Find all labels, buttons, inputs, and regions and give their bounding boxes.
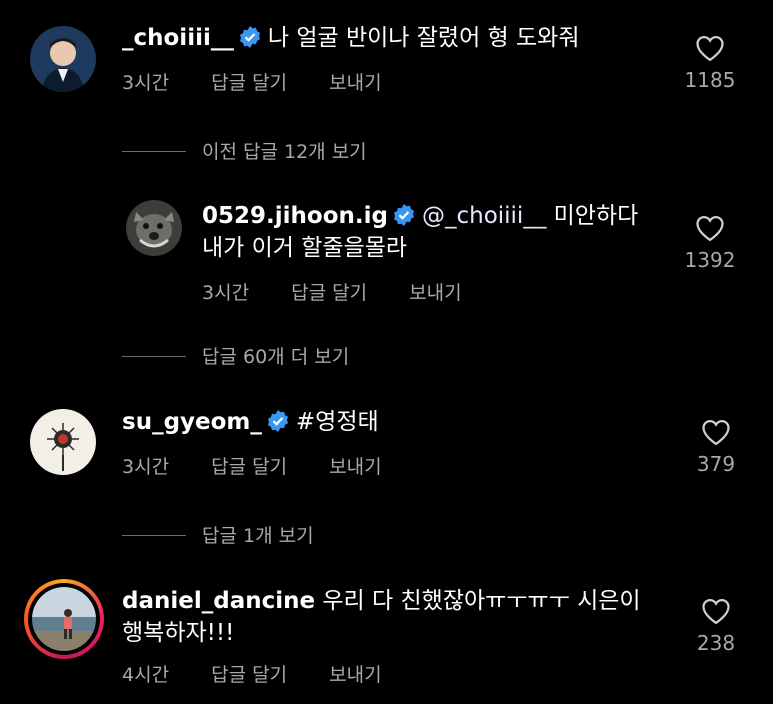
heart-icon	[696, 215, 724, 242]
like-button[interactable]: 1185	[670, 34, 750, 92]
comment-item: daniel_dancine 우리 다 친했잖아ㅠㅜㅠㅜ 시은이 행복하자!!!…	[0, 575, 773, 704]
reply-button[interactable]: 답글 달기	[211, 72, 287, 94]
reply-button[interactable]: 답글 달기	[211, 664, 287, 686]
comment-text: 미안하다	[553, 203, 639, 229]
reply-button[interactable]: 답글 달기	[211, 456, 287, 478]
like-count: 1185	[684, 68, 736, 92]
like-count: 379	[696, 452, 736, 476]
view-previous-replies[interactable]: 이전 답글 12개 보기	[122, 137, 367, 164]
username[interactable]: 0529.jihoon.ig	[202, 203, 388, 229]
view-replies-label: 답글 60개 더 보기	[202, 346, 350, 368]
like-count: 238	[696, 631, 736, 655]
comment-item: su_gyeom_ #영정태 3시간 답글 달기 보내기 379	[0, 400, 773, 500]
like-button[interactable]: 1392	[670, 214, 750, 272]
send-button[interactable]: 보내기	[329, 72, 381, 94]
send-button[interactable]: 보내기	[409, 282, 461, 304]
comment-item: 0529.jihoon.ig @_choiiii__ 미안하다 내가 이거 할줄을…	[0, 190, 773, 310]
reply-button[interactable]: 답글 달기	[291, 282, 367, 304]
like-button[interactable]: 238	[676, 597, 756, 655]
comment-item: _choiiii__ 나 얼굴 반이나 잘렸어 형 도와줘 3시간 답글 달기 보…	[0, 0, 773, 110]
comment-text-continued: 행복하자!!!	[122, 620, 235, 646]
comment-text: 우리 다 친했잖아ㅠㅜㅠㅜ 시은이	[322, 588, 641, 614]
mention-link[interactable]: @_choiiii__	[422, 203, 546, 229]
verified-icon	[267, 410, 288, 432]
view-replies-label: 답글 1개 보기	[202, 525, 314, 547]
comment-time: 3시간	[122, 456, 170, 478]
send-button[interactable]: 보내기	[329, 664, 381, 686]
username[interactable]: su_gyeom_	[122, 409, 262, 435]
heart-icon	[702, 419, 730, 446]
send-button[interactable]: 보내기	[329, 456, 381, 478]
username[interactable]: _choiiii__	[122, 25, 234, 51]
comment-time: 3시간	[122, 72, 170, 94]
comment-line: _choiiii__ 나 얼굴 반이나 잘렸어 형 도와줘	[122, 22, 580, 54]
comment-text: 나 얼굴 반이나 잘렸어 형 도와줘	[267, 25, 580, 51]
verified-icon	[393, 204, 414, 226]
avatar[interactable]	[24, 579, 104, 659]
like-count: 1392	[684, 248, 736, 272]
avatar[interactable]	[126, 200, 182, 256]
heart-icon	[696, 35, 724, 62]
like-button[interactable]: 379	[676, 418, 756, 476]
avatar-image	[126, 200, 182, 256]
avatar-image	[30, 409, 96, 475]
comment-text: #영정태	[295, 409, 379, 435]
avatar-image	[32, 587, 96, 651]
avatar-image	[30, 26, 96, 92]
avatar[interactable]	[30, 409, 96, 475]
comment-text-continued: 내가 이거 할줄을몰라	[202, 235, 408, 261]
divider	[122, 151, 186, 152]
view-replies-label: 이전 답글 12개 보기	[202, 141, 367, 163]
comment-line: daniel_dancine 우리 다 친했잖아ㅠㅜㅠㅜ 시은이	[122, 585, 641, 617]
view-more-replies[interactable]: 답글 60개 더 보기	[122, 342, 349, 369]
comment-line: 0529.jihoon.ig @_choiiii__ 미안하다	[202, 200, 638, 232]
divider	[122, 535, 186, 536]
verified-icon	[239, 26, 260, 48]
comment-time: 3시간	[202, 282, 250, 304]
comment-line: su_gyeom_ #영정태	[122, 406, 379, 438]
heart-icon	[702, 598, 730, 625]
avatar[interactable]	[30, 26, 96, 92]
comment-time: 4시간	[122, 664, 170, 686]
username[interactable]: daniel_dancine	[122, 588, 315, 614]
view-more-replies[interactable]: 답글 1개 보기	[122, 521, 314, 548]
divider	[122, 356, 186, 357]
